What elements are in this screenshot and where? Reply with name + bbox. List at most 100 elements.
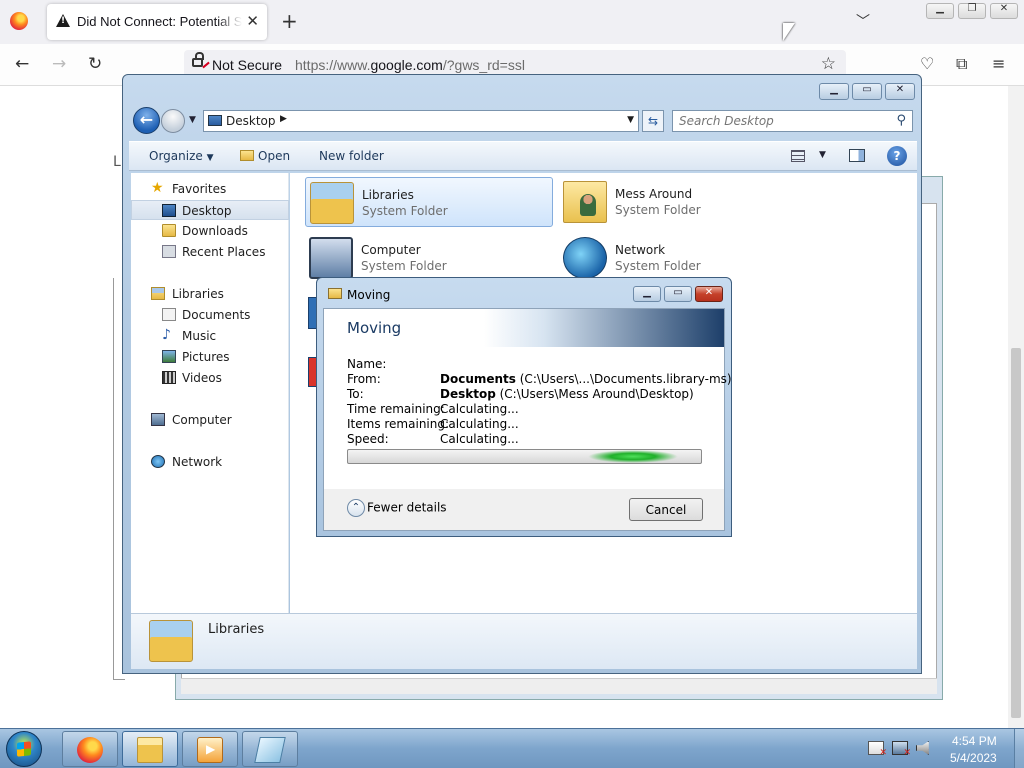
fewer-details-button[interactable]: ⌃ Fewer details	[347, 499, 447, 517]
item-network[interactable]: Network System Folder	[559, 233, 807, 283]
nav-item-downloads[interactable]: Downloads	[131, 221, 289, 241]
cancel-button[interactable]: Cancel	[629, 498, 703, 521]
minimize-icon: ▁	[643, 287, 651, 298]
nav-item-videos[interactable]: Videos	[131, 368, 289, 388]
close-icon: ✕	[704, 287, 714, 298]
details-item-name: Libraries	[208, 622, 265, 637]
from-value: Documents (C:\Users\...\Documents.librar…	[440, 372, 732, 386]
speed-value: Calculating...	[440, 432, 519, 446]
forward-arrow-icon[interactable]: →	[52, 54, 66, 74]
volume-muted-icon[interactable]	[916, 741, 929, 755]
breadcrumb-arrow-icon[interactable]: ▶	[280, 114, 287, 124]
navigation-pane: ★ Favorites Desktop Downloads Recent Plac…	[131, 173, 289, 613]
page-scrollbar-thumb[interactable]	[1011, 348, 1021, 718]
tab-close-icon[interactable]: ✕	[246, 12, 259, 30]
back-button[interactable]: ←	[133, 107, 160, 134]
extensions-icon[interactable]: ⧉	[956, 54, 967, 74]
taskbar-media-player[interactable]	[182, 731, 238, 767]
videos-film-icon	[162, 371, 176, 384]
url-text[interactable]: https://www.google.com/?gws_rd=ssl	[295, 57, 525, 73]
explorer-close-button[interactable]: ✕	[885, 83, 915, 100]
clock-time[interactable]: 4:54 PM	[952, 734, 997, 748]
nav-item-pictures[interactable]: Pictures	[131, 347, 289, 367]
pocket-icon[interactable]: ♡	[920, 54, 934, 73]
help-icon[interactable]: ?	[887, 146, 907, 166]
preview-pane-icon[interactable]	[849, 149, 865, 162]
item-libraries[interactable]: Libraries System Folder	[305, 177, 553, 227]
maximize-icon: ▭	[673, 287, 683, 298]
nav-item-favorites[interactable]: ★ Favorites	[131, 179, 289, 199]
nav-label: Recent Places	[182, 245, 266, 259]
nav-item-computer[interactable]: Computer	[131, 410, 289, 430]
forward-button[interactable]	[161, 109, 185, 133]
new-tab-button[interactable]: +	[281, 9, 298, 33]
minimize-button[interactable]: ▁	[926, 3, 954, 19]
nav-item-desktop[interactable]: Desktop	[131, 200, 289, 220]
clock-date[interactable]: 5/4/2023	[950, 751, 997, 765]
taskbar-explorer[interactable]	[122, 731, 178, 767]
restore-icon: ❐	[967, 3, 977, 14]
close-icon: ✕	[999, 3, 1009, 14]
hamburger-menu-icon[interactable]: ≡	[992, 54, 1005, 73]
network-status-icon[interactable]	[892, 741, 911, 758]
insecure-lock-icon[interactable]	[192, 52, 204, 67]
libraries-folder-icon	[310, 182, 354, 224]
browser-tab-bar: Did Not Connect: Potential Security Issu…	[0, 0, 1024, 44]
change-view-icon[interactable]	[791, 150, 805, 162]
background-window-scrollbar[interactable]	[181, 678, 937, 694]
restore-button[interactable]: ❐	[958, 3, 986, 19]
explorer-maximize-button[interactable]: ▭	[852, 83, 882, 100]
page-scrollbar[interactable]	[1008, 86, 1024, 728]
start-button[interactable]	[6, 731, 42, 767]
item-name: Network	[615, 243, 666, 257]
item-computer[interactable]: Computer System Folder	[305, 233, 553, 283]
new-folder-button[interactable]: New folder	[319, 149, 384, 163]
tab-title: Did Not Connect: Potential Security Issu…	[77, 14, 242, 29]
dialog-close-button[interactable]: ✕	[695, 286, 723, 302]
firefox-view-icon[interactable]	[10, 12, 28, 30]
taskbar: 4:54 PM 5/4/2023	[0, 728, 1024, 768]
time-remaining-value: Calculating...	[440, 402, 519, 416]
browser-tab[interactable]: Did Not Connect: Potential Security Issu…	[47, 4, 267, 40]
nav-item-documents[interactable]: Documents	[131, 305, 289, 325]
firefox-icon	[77, 737, 103, 763]
reload-icon[interactable]: ↻	[88, 54, 102, 74]
action-center-flag-icon[interactable]	[868, 741, 887, 758]
nav-item-network[interactable]: Network	[131, 452, 289, 472]
view-dropdown-icon[interactable]: ▼	[819, 150, 826, 160]
nav-item-recent-places[interactable]: Recent Places	[131, 242, 289, 262]
progress-bar	[347, 449, 702, 464]
search-box[interactable]: ⚲	[672, 110, 913, 132]
organize-button[interactable]: Organize ▼	[149, 149, 214, 163]
nav-item-music[interactable]: ♪ Music	[131, 326, 289, 346]
system-tray: 4:54 PM 5/4/2023	[860, 729, 1024, 768]
address-text[interactable]: Desktop	[226, 114, 276, 128]
close-button[interactable]: ✕	[990, 3, 1018, 19]
address-dropdown-icon[interactable]: ▼	[627, 115, 634, 125]
bookmark-star-icon[interactable]: ☆	[821, 54, 836, 74]
open-button[interactable]: Open	[240, 149, 290, 163]
search-icon[interactable]: ⚲	[896, 113, 906, 128]
network-globe-icon	[563, 237, 607, 279]
to-location: Desktop	[440, 387, 496, 401]
list-all-tabs-icon[interactable]: ﹀	[856, 11, 870, 31]
nav-label: Downloads	[182, 224, 248, 238]
recent-pages-dropdown-icon[interactable]: ▼	[189, 115, 196, 125]
search-input[interactable]	[679, 113, 879, 129]
item-name: Mess Around	[615, 187, 693, 201]
page-text-fragment: L	[113, 154, 121, 170]
explorer-minimize-button[interactable]: ▁	[819, 83, 849, 100]
item-mess-around[interactable]: Mess Around System Folder	[559, 177, 807, 227]
nav-item-libraries[interactable]: Libraries	[131, 284, 289, 304]
dialog-body: Moving Name: From: Documents (C:\Users\.…	[323, 308, 732, 531]
dialog-minimize-button[interactable]: ▁	[633, 286, 661, 302]
dialog-maximize-button[interactable]: ▭	[664, 286, 692, 302]
back-arrow-icon[interactable]: ←	[15, 54, 29, 74]
refresh-button[interactable]: ⇆	[642, 110, 664, 132]
address-bar[interactable]: Desktop ▶ ▼	[203, 110, 639, 132]
show-desktop-button[interactable]	[1014, 729, 1024, 768]
taskbar-notepad[interactable]	[242, 731, 298, 767]
not-secure-label[interactable]: Not Secure	[212, 57, 282, 73]
item-type: System Folder	[362, 204, 448, 218]
taskbar-firefox[interactable]	[62, 731, 118, 767]
